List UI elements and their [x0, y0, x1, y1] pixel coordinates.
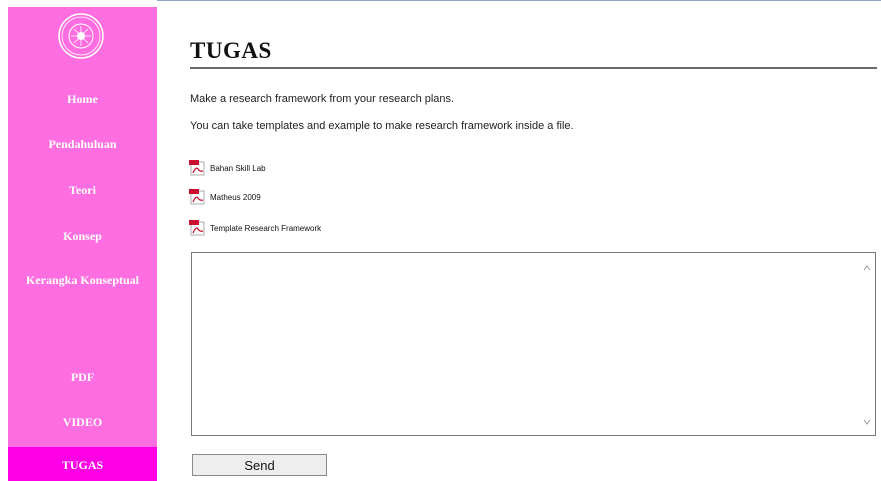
sidebar-item-tugas[interactable]: TUGAS [8, 458, 157, 473]
title-divider [190, 67, 877, 69]
file-link-label: Bahan Skill Lab [210, 163, 266, 173]
sidebar-item-video[interactable]: VIDEO [8, 415, 157, 430]
top-border [157, 0, 881, 1]
file-link-bahan-skill-lab[interactable]: Bahan Skill Lab [189, 160, 266, 176]
file-link-matheus-2009[interactable]: Matheus 2009 [189, 189, 261, 205]
pdf-icon [189, 189, 205, 205]
sidebar: Home Pendahuluan Teori Konsep Kerangka K… [8, 7, 157, 481]
file-link-template-research-framework[interactable]: Template Research Framework [189, 220, 321, 236]
pdf-icon [189, 160, 205, 176]
send-button[interactable]: Send [192, 454, 327, 476]
page-title: TUGAS [190, 38, 272, 63]
pdf-icon [189, 220, 205, 236]
sidebar-item-teori[interactable]: Teori [8, 183, 157, 198]
instruction-text: Make a research framework from your rese… [190, 93, 455, 105]
instruction-text: You can take templates and example to ma… [190, 120, 574, 132]
sidebar-item-konsep[interactable]: Konsep [8, 229, 157, 244]
sidebar-item-pdf[interactable]: PDF [8, 370, 157, 385]
file-link-label: Matheus 2009 [210, 192, 261, 202]
university-seal-icon [58, 13, 104, 59]
scroll-up-icon[interactable] [863, 265, 871, 271]
file-link-label: Template Research Framework [210, 223, 322, 233]
answer-textarea[interactable] [191, 252, 876, 436]
sidebar-item-home[interactable]: Home [8, 92, 157, 107]
sidebar-item-kerangka-konseptual[interactable]: Kerangka Konseptual [8, 273, 157, 288]
sidebar-item-pendahuluan[interactable]: Pendahuluan [8, 137, 157, 152]
scroll-down-icon[interactable] [863, 419, 871, 425]
